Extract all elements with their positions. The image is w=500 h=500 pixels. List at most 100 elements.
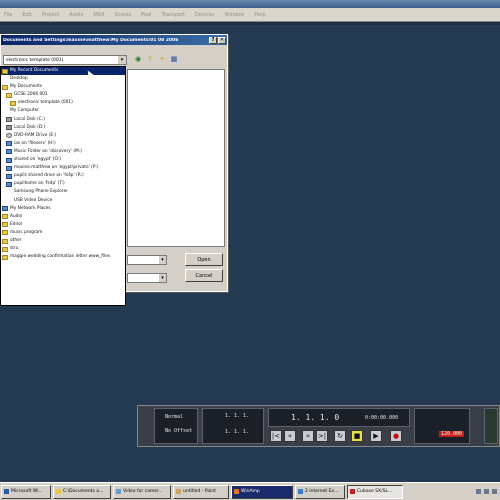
location-item[interactable]: My Documents	[1, 83, 125, 91]
look-in-select[interactable]: electronic template (001) ▾	[3, 55, 127, 65]
folder-icon	[2, 222, 8, 228]
chevron-down-icon[interactable]: ▾	[159, 256, 166, 264]
video-icon	[116, 489, 121, 494]
location-item[interactable]: Audio	[1, 213, 125, 221]
new-folder-icon[interactable]: ✦	[158, 55, 166, 63]
net-icon	[6, 149, 12, 155]
location-item[interactable]: Local Disk (C:)	[1, 116, 125, 124]
word-icon	[4, 489, 9, 494]
look-in-dropdown-list[interactable]: My Recent Documents Desktop My Documents GC…	[0, 66, 126, 306]
tray-icon[interactable]	[492, 489, 497, 494]
location-item-label: ias on 'fileserv' (H:)	[14, 140, 56, 146]
dialog-toolbar: ◉ ⇧ ✦ ▦	[134, 55, 178, 63]
menu-project[interactable]: Project	[42, 12, 59, 18]
task-label: untitled - Paint	[183, 489, 216, 494]
location-item[interactable]: ias on 'fileserv' (H:)	[1, 140, 125, 148]
position-display: 1. 1. 1. 0 0:00:00.000	[268, 408, 410, 427]
location-item[interactable]: DVD-RAM Drive (E:)	[1, 132, 125, 140]
location-item[interactable]: Edirol	[1, 221, 125, 229]
location-item[interactable]: Desktop	[1, 75, 125, 83]
open-button[interactable]: Open	[185, 253, 223, 266]
location-item[interactable]: music program	[1, 229, 125, 237]
folder-icon	[2, 68, 8, 74]
location-item[interactable]: pupilhome on 'fs4p' (T:)	[1, 180, 125, 188]
go-to-end-icon[interactable]: >|	[316, 430, 328, 442]
close-button[interactable]: ✕	[218, 36, 226, 44]
system-tray	[476, 489, 500, 494]
menu-devices[interactable]: Devices	[195, 12, 215, 18]
location-item[interactable]: GCSE 2006 001	[1, 91, 125, 99]
fast-forward-icon[interactable]: »	[302, 430, 314, 442]
location-item-label: Local Disk (C:)	[14, 116, 45, 122]
location-item[interactable]: other	[1, 237, 125, 245]
task-cubase[interactable]: Cubase SX/SL...	[347, 484, 403, 499]
time-readout[interactable]: 0:00:00.000	[365, 415, 398, 421]
location-item[interactable]: Local Disk (D:)	[1, 124, 125, 132]
location-item[interactable]: shared on 'egypt' (O:)	[1, 156, 125, 164]
menu-midi[interactable]: MIDI	[93, 12, 104, 18]
menu-scores[interactable]: Scores	[115, 12, 132, 18]
task-video-camera[interactable]: Video for camer...	[113, 484, 171, 499]
location-item[interactable]: Music Folder on 'discovery' (M:)	[1, 148, 125, 156]
location-item[interactable]: electronic template (001)	[1, 99, 125, 107]
location-item-label: electronic template (001)	[18, 100, 73, 106]
location-item-label: other	[10, 237, 22, 243]
record-button[interactable]: ●	[390, 430, 402, 442]
dialog-title-bar[interactable]: Documents and Settings\maxine\matthew\My…	[1, 35, 227, 45]
help-button[interactable]: ?	[209, 36, 217, 44]
location-item[interactable]: maggie wedding confirmation letter www_f…	[1, 253, 125, 261]
task-internet-explorer[interactable]: 2 Internet Ex...	[295, 484, 345, 499]
task-winamp[interactable]: WinAmp	[231, 484, 293, 499]
location-item[interactable]: pupils shared drive on 'fs4p' (R:)	[1, 172, 125, 180]
location-item-label: USB Video Device	[14, 197, 53, 203]
menu-edit[interactable]: Edit	[22, 12, 32, 18]
location-item-label: maggie wedding confirmation letter www_f…	[10, 254, 111, 260]
tray-icon[interactable]	[484, 489, 489, 494]
location-item-label: stru	[10, 246, 19, 252]
menu-pool[interactable]: Pool	[141, 12, 151, 18]
right-locator[interactable]: 1. 1. 1.	[225, 429, 249, 435]
left-locator[interactable]: 1. 1. 1.	[225, 413, 249, 419]
taskbar: Microsoft Wi... C:\Documents a... Video …	[0, 482, 500, 500]
main-position[interactable]: 1. 1. 1. 0	[291, 413, 339, 422]
tempo-value[interactable]: 120.000	[439, 431, 465, 437]
tray-icon[interactable]	[476, 489, 481, 494]
chevron-down-icon[interactable]: ▾	[159, 274, 166, 282]
location-item[interactable]: My Network Places	[1, 205, 125, 213]
menu-transport[interactable]: Transport	[161, 12, 184, 18]
location-item-label: My Computer	[10, 108, 39, 114]
cancel-button[interactable]: Cancel	[185, 269, 223, 282]
location-item[interactable]: stru	[1, 245, 125, 253]
task-label: C:\Documents a...	[63, 489, 104, 494]
location-item[interactable]: My Recent Documents	[1, 67, 125, 76]
cycle-icon[interactable]: ↻	[334, 430, 346, 442]
file-type-select[interactable]: ▾	[127, 273, 167, 283]
task-label: Cubase SX/SL...	[357, 489, 393, 494]
location-item-label: Audio	[10, 213, 23, 219]
file-name-field[interactable]: ▾	[127, 255, 167, 265]
play-button[interactable]: ▶	[370, 430, 382, 442]
location-item[interactable]: My Computer	[1, 107, 125, 115]
menu-audio[interactable]: Audio	[69, 12, 83, 18]
location-item[interactable]: USB Video Device	[1, 197, 125, 205]
app-title-bar	[0, 0, 500, 8]
menu-help[interactable]: Help	[254, 12, 265, 18]
up-folder-icon[interactable]: ⇧	[146, 55, 154, 63]
folder-icon	[2, 230, 8, 236]
location-item[interactable]: maxine.matthew on 'egypt\private' (P:)	[1, 164, 125, 172]
file-list-pane[interactable]	[127, 69, 225, 247]
stop-button[interactable]: ■	[351, 430, 363, 442]
task-paint[interactable]: untitled - Paint	[173, 484, 229, 499]
menu-window[interactable]: Window	[225, 12, 245, 18]
location-item[interactable]: Samsung Phone Explorer	[1, 188, 125, 196]
rewind-icon[interactable]: «	[284, 430, 296, 442]
menu-file[interactable]: File	[4, 12, 12, 18]
view-menu-icon[interactable]: ▦	[170, 55, 178, 63]
net-icon	[6, 181, 12, 187]
go-to-start-icon[interactable]: |<	[270, 430, 282, 442]
task-microsoft-word[interactable]: Microsoft Wi...	[1, 484, 51, 499]
location-item-label: Samsung Phone Explorer	[14, 189, 68, 195]
back-icon[interactable]: ◉	[134, 55, 142, 63]
task-explorer-documents[interactable]: C:\Documents a...	[53, 484, 111, 499]
chevron-down-icon[interactable]: ▾	[118, 56, 126, 64]
